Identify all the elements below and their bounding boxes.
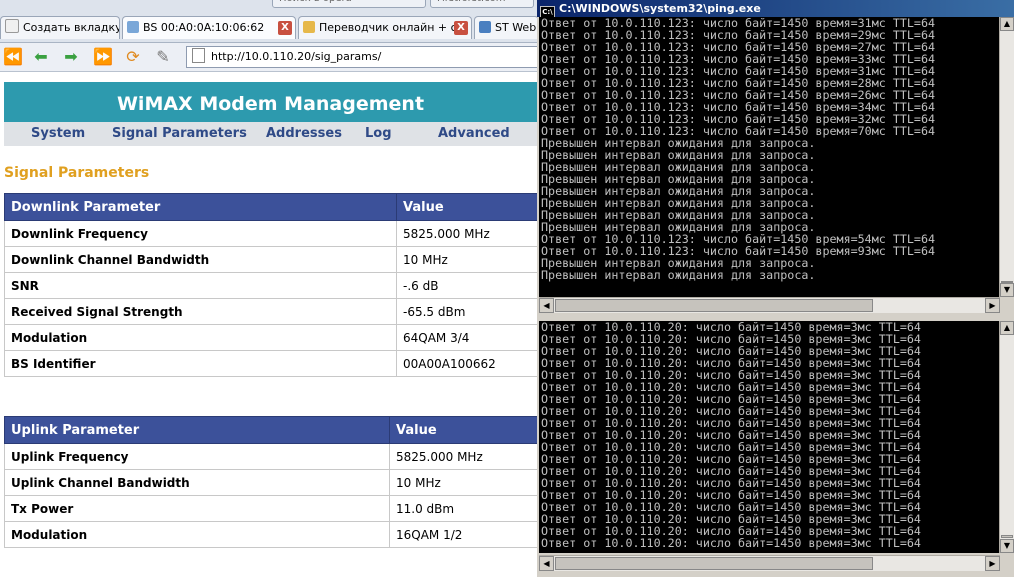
main-nav: System Signal Parameters Addresses Log A… xyxy=(4,122,537,146)
param-value: 16QAM 1/2 xyxy=(389,521,537,548)
nav-log[interactable]: Log xyxy=(365,122,392,146)
close-tab-icon[interactable]: X xyxy=(278,21,292,35)
param-value: -.6 dB xyxy=(396,272,537,299)
table-row: Modulation 64QAM 3/4 xyxy=(4,324,537,351)
param-value: -65.5 dBm xyxy=(396,298,537,325)
tab-label: Создать вкладку xyxy=(23,21,120,34)
page-icon xyxy=(479,21,491,33)
vertical-scrollbar[interactable]: ▲ ▼ xyxy=(999,17,1014,297)
console-line: Превышен интервал ожидания для запроса. xyxy=(541,268,816,282)
reload-icon[interactable]: ⟳ xyxy=(122,46,144,68)
scroll-right-icon[interactable]: ▶ xyxy=(985,556,1000,571)
horizontal-scrollbar[interactable]: ◀ ▶ xyxy=(539,297,1000,313)
tab-st-web[interactable]: ST Web xyxy=(474,16,537,39)
scroll-down-icon[interactable]: ▼ xyxy=(1000,539,1014,553)
tab-partially-visible-2[interactable]: Firstforst.com xyxy=(430,0,534,8)
new-tab-icon xyxy=(5,19,19,33)
param-value: 5825.000 MHz xyxy=(389,443,537,470)
forward-arrow-icon[interactable]: ➡ xyxy=(60,46,82,68)
tab-label: Переводчик онлайн + с... xyxy=(319,21,468,34)
param-name: Downlink Frequency xyxy=(4,220,397,247)
tab-bs-modem[interactable]: BS 00:A0:0A:10:06:62 X xyxy=(122,16,296,39)
param-value: 5825.000 MHz xyxy=(396,220,537,247)
address-bar[interactable]: http://10.0.110.20/sig_params/ xyxy=(186,46,537,68)
table-row: Downlink Frequency 5825.000 MHz xyxy=(4,220,537,247)
close-tab-icon[interactable]: X xyxy=(454,21,468,35)
param-value: 10 MHz xyxy=(396,246,537,273)
tab-label: ST Web xyxy=(495,21,537,34)
console-output: Ответ от 10.0.110.123: число байт=1450 в… xyxy=(539,17,1000,297)
param-name: Received Signal Strength xyxy=(4,298,397,325)
param-name: Uplink Frequency xyxy=(4,443,390,470)
address-url: http://10.0.110.20/sig_params/ xyxy=(211,50,382,63)
param-value: 00A00A100662 xyxy=(396,350,537,377)
nav-addresses[interactable]: Addresses xyxy=(266,122,342,146)
table-row: Downlink Channel Bandwidth 10 MHz xyxy=(4,246,537,273)
column-header: Value xyxy=(389,416,537,444)
console-output: Ответ от 10.0.110.20: число байт=1450 вр… xyxy=(539,321,1000,553)
horizontal-scrollbar[interactable]: ◀ ▶ xyxy=(539,555,1000,571)
param-name: Uplink Channel Bandwidth xyxy=(4,469,390,496)
scrollbar-thumb[interactable] xyxy=(555,299,873,312)
nav-signal-parameters[interactable]: Signal Parameters xyxy=(112,122,247,146)
tab-strip: Поиск в opera Firstforst.com Создать вкл… xyxy=(0,0,537,43)
scroll-left-icon[interactable]: ◀ xyxy=(539,298,554,313)
scroll-left-icon[interactable]: ◀ xyxy=(539,556,554,571)
param-value: 64QAM 3/4 xyxy=(396,324,537,351)
param-name: Modulation xyxy=(4,521,390,548)
param-name: Downlink Channel Bandwidth xyxy=(4,246,397,273)
tab-new-tab[interactable]: Создать вкладку xyxy=(0,16,120,39)
section-title: Signal Parameters xyxy=(4,165,150,181)
rewind-icon[interactable]: ⏪ xyxy=(2,46,24,68)
scroll-up-icon[interactable]: ▲ xyxy=(1000,321,1014,335)
table-row: Received Signal Strength -65.5 dBm xyxy=(4,298,537,325)
param-name: SNR xyxy=(4,272,397,299)
tab-partially-visible-1[interactable]: Поиск в opera xyxy=(272,0,426,8)
column-header: Downlink Parameter xyxy=(4,193,397,221)
scroll-up-icon[interactable]: ▲ xyxy=(1000,17,1014,31)
fast-forward-icon[interactable]: ⏩ xyxy=(92,46,114,68)
tab-label: BS 00:A0:0A:10:06:62 xyxy=(143,21,265,34)
edit-pen-icon[interactable]: ✎ xyxy=(152,46,174,68)
nav-advanced[interactable]: Advanced xyxy=(438,122,510,146)
console-title-bar[interactable]: C:\ C:\WINDOWS\system32\ping.exe xyxy=(537,0,1014,19)
table-row: BS Identifier 00A00A100662 xyxy=(4,350,537,377)
ping-console-window: C:\ C:\WINDOWS\system32\ping.exe Ответ от… xyxy=(537,0,1014,318)
downlink-table: Downlink Parameter Value Downlink Freque… xyxy=(4,193,537,377)
param-value: 10 MHz xyxy=(389,469,537,496)
table-row: SNR -.6 dB xyxy=(4,272,537,299)
tab-translator[interactable]: Переводчик онлайн + с... X xyxy=(298,16,472,39)
column-header: Uplink Parameter xyxy=(4,416,390,444)
nav-system[interactable]: System xyxy=(31,122,85,146)
page-icon xyxy=(192,48,205,63)
page-icon xyxy=(303,21,315,33)
uplink-table: Uplink Parameter Value Uplink Frequency 5… xyxy=(4,416,537,548)
scrollbar-thumb[interactable] xyxy=(1001,535,1013,538)
table-row: Modulation 16QAM 1/2 xyxy=(4,521,537,548)
table-header-row: Uplink Parameter Value xyxy=(4,416,537,444)
back-arrow-icon[interactable]: ⬅ xyxy=(30,46,52,68)
console-title: C:\WINDOWS\system32\ping.exe xyxy=(559,2,761,15)
scrollbar-thumb[interactable] xyxy=(555,557,873,570)
table-header-row: Downlink Parameter Value xyxy=(4,193,537,221)
param-name: Modulation xyxy=(4,324,397,351)
browser-window: Поиск в opera Firstforst.com Создать вкл… xyxy=(0,0,537,577)
param-value: 11.0 dBm xyxy=(389,495,537,522)
console-line: Ответ от 10.0.110.20: число байт=1450 вр… xyxy=(541,536,921,550)
ping-console-window-2: Ответ от 10.0.110.20: число байт=1450 вр… xyxy=(537,318,1014,577)
table-row: Uplink Frequency 5825.000 MHz xyxy=(4,443,537,470)
table-row: Tx Power 11.0 dBm xyxy=(4,495,537,522)
scroll-down-icon[interactable]: ▼ xyxy=(1000,283,1014,297)
table-row: Uplink Channel Bandwidth 10 MHz xyxy=(4,469,537,496)
scroll-right-icon[interactable]: ▶ xyxy=(985,298,1000,313)
vertical-scrollbar[interactable]: ▲ ▼ xyxy=(999,321,1014,553)
column-header: Value xyxy=(396,193,537,221)
param-name: Tx Power xyxy=(4,495,390,522)
param-name: BS Identifier xyxy=(4,350,397,377)
page-header: WiMAX Modem Management xyxy=(4,82,537,122)
page-icon xyxy=(127,21,139,33)
